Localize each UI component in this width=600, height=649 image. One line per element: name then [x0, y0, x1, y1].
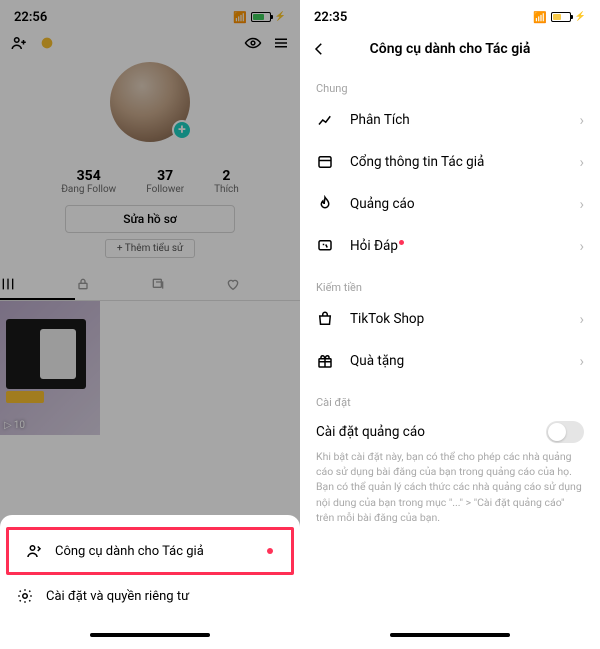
tile-views: ▷ 10 [4, 420, 25, 431]
chevron-right-icon: › [579, 153, 584, 171]
add-friend-icon[interactable] [10, 34, 28, 52]
video-tile[interactable]: ▷ 10 [0, 301, 100, 435]
section-general: Chung [300, 68, 600, 99]
avatar-add-icon[interactable]: + [172, 120, 192, 140]
ad-setting-description: Khi bật cài đặt này, bạn có thể cho phép… [300, 447, 600, 525]
home-indicator [390, 633, 510, 637]
chevron-right-icon: › [579, 111, 584, 129]
shop-icon [316, 310, 336, 328]
ad-setting-label: Cài đặt quảng cáo [316, 424, 425, 440]
home-indicator [90, 633, 210, 637]
notification-dot [267, 548, 273, 554]
status-time: 22:56 [14, 10, 47, 25]
qa-icon [316, 237, 336, 255]
play-icon: ▷ [4, 420, 12, 431]
row-creator-portal[interactable]: Cổng thông tin Tác giả › [300, 141, 600, 183]
profile-name [90, 34, 210, 52]
charging-icon: ⚡ [575, 12, 586, 22]
signal-icon: 📶 [533, 11, 547, 24]
menu-icon[interactable] [272, 34, 290, 52]
bottom-sheet: Công cụ dành cho Tác giả Cài đặt và quyề… [0, 515, 300, 649]
gear-icon [16, 587, 34, 605]
add-bio-button[interactable]: + Thêm tiểu sử [105, 239, 195, 258]
row-qa[interactable]: Hỏi Đáp › [300, 225, 600, 267]
ad-setting-toggle[interactable] [546, 421, 584, 443]
battery-icon [551, 12, 571, 22]
stat-likes[interactable]: 2 Thích [214, 168, 239, 195]
sheet-row-creator-tools[interactable]: Công cụ dành cho Tác giả [9, 530, 291, 572]
portal-icon [316, 153, 336, 171]
analytics-icon [316, 111, 336, 129]
chevron-right-icon: › [579, 352, 584, 370]
section-settings: Cài đặt [300, 382, 600, 413]
status-time: 22:35 [314, 10, 347, 25]
avatar[interactable]: + [110, 62, 190, 142]
row-analytics[interactable]: Phân Tích › [300, 99, 600, 141]
row-ads[interactable]: Quảng cáo › [300, 183, 600, 225]
row-shop[interactable]: TikTok Shop › [300, 298, 600, 340]
tab-locked[interactable] [75, 270, 150, 300]
status-bar: 22:35 📶 ⚡ [300, 0, 600, 28]
stat-followers[interactable]: 37 Follower [146, 168, 184, 195]
tab-grid[interactable] [0, 270, 75, 300]
chevron-right-icon: › [579, 195, 584, 213]
back-button[interactable] [310, 40, 328, 58]
row-gifts[interactable]: Quà tặng › [300, 340, 600, 382]
page-title: Công cụ dành cho Tác giả [370, 41, 531, 57]
stat-following[interactable]: 354 Đang Follow [61, 168, 116, 195]
chevron-right-icon: › [579, 310, 584, 328]
status-icons: 📶 ⚡ [233, 11, 286, 24]
status-icons: 📶 ⚡ [533, 11, 586, 24]
profile-handle [85, 146, 215, 162]
flame-icon [316, 195, 336, 213]
charging-icon: ⚡ [275, 12, 286, 22]
tab-saved[interactable] [150, 270, 225, 300]
status-bar: 22:56 📶 ⚡ [0, 0, 300, 28]
edit-profile-button[interactable]: Sửa hồ sơ [65, 205, 235, 233]
section-monetize: Kiếm tiền [300, 267, 600, 298]
profile-tabs [0, 270, 300, 301]
sheet-row-settings-privacy[interactable]: Cài đặt và quyền riêng tư [0, 575, 300, 617]
coin-icon[interactable] [38, 34, 56, 52]
sheet-row-label: Công cụ dành cho Tác giả [55, 544, 204, 559]
battery-icon [251, 12, 271, 22]
chevron-right-icon: › [579, 237, 584, 255]
tab-liked[interactable] [225, 270, 300, 300]
creator-tools-icon [25, 542, 43, 560]
gift-icon [316, 352, 336, 370]
signal-icon: 📶 [233, 11, 247, 24]
notification-dot [399, 240, 404, 245]
views-icon[interactable] [244, 34, 262, 52]
stats-row: 354 Đang Follow 37 Follower 2 Thích [0, 168, 300, 195]
sheet-row-label: Cài đặt và quyền riêng tư [46, 589, 189, 604]
